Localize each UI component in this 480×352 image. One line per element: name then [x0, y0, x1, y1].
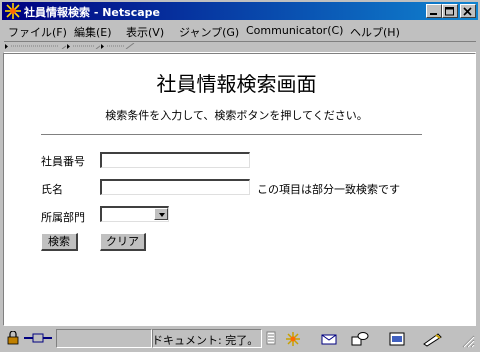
- status-text: ドキュメント: 完了。: [152, 334, 259, 347]
- netscape-status-icon[interactable]: [284, 331, 302, 350]
- department-select[interactable]: [100, 206, 169, 222]
- browser-window: 社員情報検索 - Netscape ファイル(F) 編集(E) 表示(V) ジャ…: [0, 0, 480, 352]
- menu-view[interactable]: 表示(V): [126, 24, 164, 40]
- maximize-icon: [445, 7, 454, 16]
- progress-cell: [56, 329, 152, 348]
- collapsed-toolbars: [4, 41, 476, 53]
- toolbar-grip-personal[interactable]: [100, 43, 136, 49]
- toolbar-grip-navigation[interactable]: [4, 43, 72, 49]
- security-indicator-icon[interactable]: [266, 331, 276, 348]
- page-title: 社員情報検索画面: [156, 72, 317, 96]
- search-button[interactable]: 検索: [41, 233, 78, 251]
- employee-no-label: 社員番号: [41, 155, 85, 168]
- partial-match-note: この項目は部分一致検索です: [257, 183, 400, 196]
- menu-file[interactable]: ファイル(F): [8, 24, 67, 40]
- minimize-button[interactable]: [426, 4, 442, 18]
- menu-communicator[interactable]: Communicator(C): [246, 24, 343, 37]
- maximize-button[interactable]: [442, 4, 458, 18]
- department-label: 所属部門: [41, 211, 85, 224]
- name-field[interactable]: [100, 179, 250, 195]
- newsgroup-icon[interactable]: [350, 331, 370, 350]
- composer-icon[interactable]: [388, 331, 406, 350]
- status-bar: ドキュメント: 完了。: [2, 329, 478, 349]
- close-button[interactable]: [460, 4, 476, 18]
- menu-go[interactable]: ジャンプ(G): [179, 24, 239, 40]
- menu-edit[interactable]: 編集(E): [74, 24, 112, 40]
- resize-grip-icon[interactable]: [462, 335, 475, 351]
- netscape-app-icon[interactable]: [5, 3, 21, 19]
- close-icon: [463, 7, 472, 16]
- name-input[interactable]: [102, 181, 249, 195]
- divider: [41, 134, 422, 136]
- window-title: 社員情報検索 - Netscape: [24, 6, 160, 19]
- chevron-down-icon[interactable]: [154, 208, 168, 220]
- name-label: 氏名: [41, 183, 63, 196]
- employee-no-input[interactable]: [102, 154, 249, 168]
- mail-icon[interactable]: [320, 331, 338, 350]
- employee-no-field[interactable]: [100, 152, 250, 168]
- minimize-icon: [430, 13, 437, 15]
- menu-bar: ファイル(F) 編集(E) 表示(V) ジャンプ(G) Communicator…: [2, 21, 478, 39]
- lock-icon[interactable]: [5, 330, 21, 348]
- connection-icon[interactable]: [23, 331, 53, 348]
- instruction-text: 検索条件を入力して、検索ボタンを押してください。: [105, 109, 368, 122]
- clear-button[interactable]: クリア: [100, 233, 146, 251]
- title-bar[interactable]: 社員情報検索 - Netscape: [2, 2, 478, 20]
- menu-help[interactable]: ヘルプ(H): [350, 24, 400, 40]
- page-content: 社員情報検索画面 検索条件を入力して、検索ボタンを押してください。 社員番号 氏…: [3, 53, 476, 326]
- pen-icon[interactable]: [422, 331, 444, 350]
